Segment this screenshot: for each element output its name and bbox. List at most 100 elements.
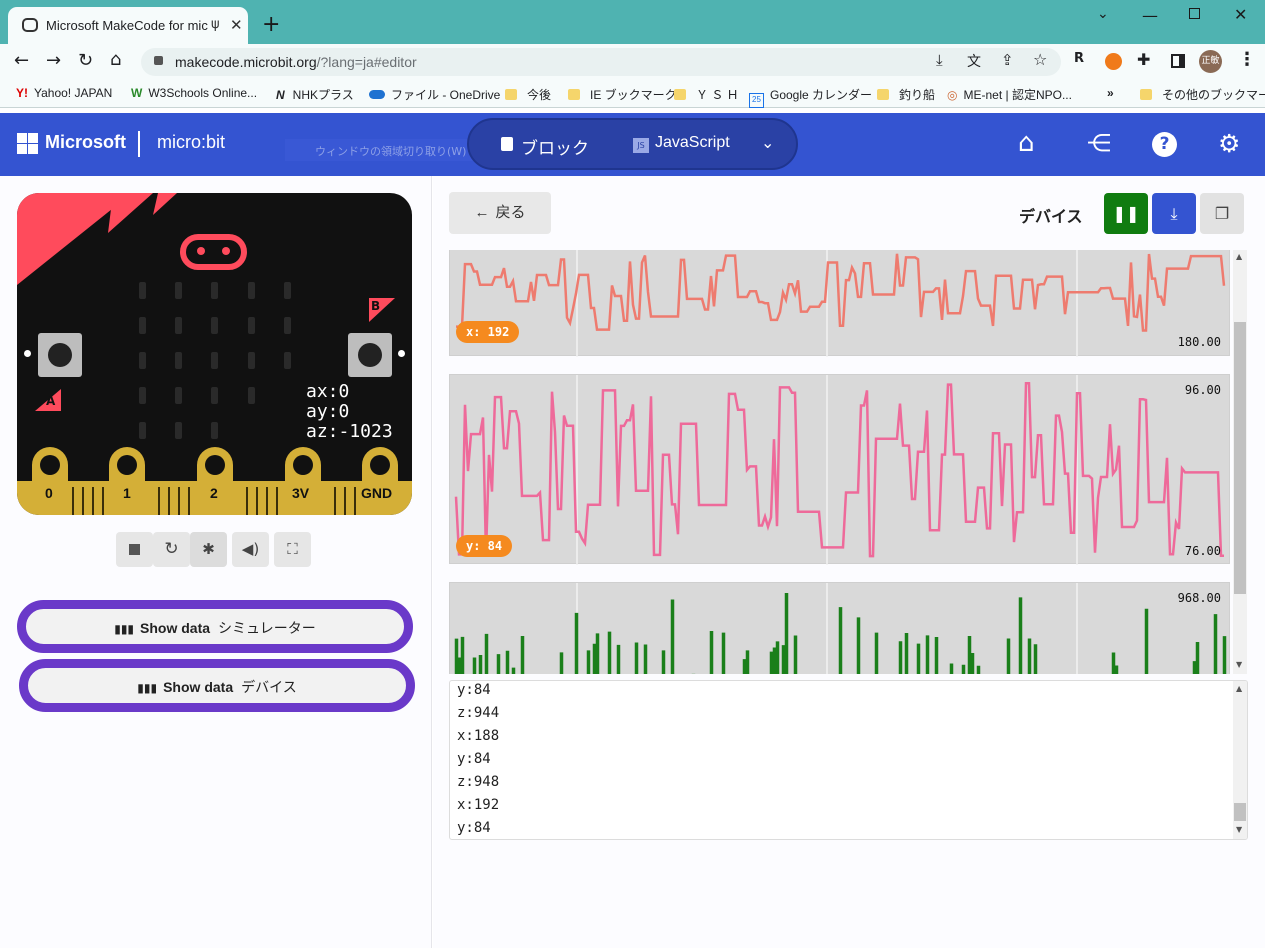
bookmark-folder-kongo[interactable]: 今後 [505, 86, 551, 103]
install-icon[interactable]: ⤓ [936, 51, 943, 69]
readout-line: az:-1023 [306, 421, 393, 442]
bookmark-me-net[interactable]: ◎ ME-net | 認定NPO... [947, 86, 1072, 103]
serial-console[interactable]: y:84 z:944 x:188 y:84 z:948 x:192 y:84 ▲… [449, 680, 1248, 840]
copy-button[interactable]: ❐ [1200, 193, 1244, 234]
button-a[interactable] [38, 333, 82, 377]
restart-button[interactable]: ↻ [153, 532, 190, 567]
button-a-cap [48, 343, 72, 367]
close-tab-icon[interactable]: ✕ [230, 16, 243, 34]
folder-icon [505, 89, 517, 100]
scroll-up-arrow-icon[interactable]: ▲ [1236, 252, 1242, 261]
led [284, 282, 291, 299]
accelerometer-readout: ax:0 ay:0 az:-1023 [306, 382, 393, 442]
home-icon[interactable]: ⌂ [1018, 128, 1035, 158]
bookmark-folder-tsuri[interactable]: 釣り船 [877, 86, 935, 103]
pin-label: GND [361, 485, 393, 501]
led [248, 352, 255, 369]
profile-avatar[interactable]: 正敏 [1199, 50, 1222, 73]
bookmark-w3schools[interactable]: W W3Schools Online... [131, 86, 257, 100]
extensions-puzzle-icon[interactable]: ✚ [1137, 50, 1150, 69]
back-button[interactable]: ← 戻る [449, 192, 551, 234]
bookmark-google-calendar[interactable]: 25 Google カレンダー [749, 86, 872, 108]
makecode-header: Microsoft micro:bit ウィンドウの領域切り取り(W) ブロック… [0, 113, 1265, 176]
me-net-icon: ◎ [947, 88, 958, 102]
share-page-icon[interactable]: ⇪ [1001, 51, 1014, 69]
tab-search-icon[interactable]: ⌄ [1097, 6, 1109, 22]
minimize-icon[interactable]: — [1142, 6, 1158, 25]
folder-icon [1140, 89, 1152, 100]
button-a-label: A [46, 394, 56, 408]
bookmark-nhk[interactable]: N NHKプラス [276, 86, 354, 103]
download-data-button[interactable]: ⤓ [1152, 193, 1196, 234]
show-data-label: ▮▮▮ Show data シミュレーター [114, 620, 316, 636]
bookmark-label: ME-net | 認定NPO... [963, 88, 1072, 102]
new-tab-icon[interactable]: + [262, 12, 280, 37]
bookmark-yahoo[interactable]: Y! Yahoo! JAPAN [16, 86, 112, 100]
pin-hole [205, 455, 225, 475]
forward-icon[interactable]: → [46, 50, 61, 71]
console-scrollbar[interactable]: ▲ ▼ [1233, 681, 1247, 839]
lock-icon [154, 56, 163, 65]
edge-dot [24, 350, 31, 357]
bookmark-label: W3Schools Online... [148, 86, 258, 100]
pause-icon: ❚❚ [1112, 204, 1140, 223]
blocks-icon [501, 137, 513, 151]
blocks-tab[interactable]: ブロック [521, 134, 589, 159]
bookmark-other-folder[interactable]: その他のブックマーク [1140, 86, 1265, 103]
fullscreen-button[interactable]: ⛶ [274, 532, 311, 567]
pin-label: 0 [45, 485, 53, 501]
chart-x-plot [456, 250, 1226, 357]
button-b[interactable] [348, 333, 392, 377]
speaker-icon: ◀) [241, 540, 260, 558]
bookmark-folder-ysh[interactable]: Ｙ Ｓ Ｈ [674, 86, 739, 103]
bookmark-label: IE ブックマーク [590, 88, 677, 102]
settings-gear-icon[interactable]: ⚙ [1218, 129, 1240, 158]
bookmark-onedrive[interactable]: ファイル - OneDrive [369, 86, 500, 103]
device-title: デバイス [1019, 209, 1083, 226]
console-line: y:84 [457, 820, 491, 836]
debug-button[interactable]: ✱ [190, 532, 227, 567]
reload-icon[interactable]: ↻ [78, 50, 93, 71]
logo-touch-icon[interactable] [180, 234, 247, 270]
device-data-panel: ← 戻る デバイス ❚❚ ⤓ ❐ x: 192 180.00 96.00 y: 8… [433, 176, 1265, 948]
menu-kebab-icon[interactable]: ⋮ [1238, 49, 1256, 70]
show-data-simulator-button[interactable]: ▮▮▮ Show data シミュレーター [17, 600, 413, 653]
series-x-pill: x: 192 [456, 321, 520, 343]
scrollbar-thumb[interactable] [1234, 803, 1246, 821]
stop-button[interactable] [116, 532, 153, 567]
javascript-tab[interactable]: JavaScript [655, 134, 730, 152]
scroll-down-arrow-icon[interactable]: ▼ [1236, 660, 1242, 669]
chart-z-plot [454, 583, 1227, 674]
microbit-brand[interactable]: micro:bit [157, 132, 225, 153]
tab-title: Microsoft MakeCode for mic [46, 18, 208, 33]
language-dropdown-chevron-icon[interactable]: ⌄ [761, 133, 774, 153]
pause-button[interactable]: ❚❚ [1104, 193, 1148, 234]
scrollbar-thumb[interactable] [1234, 322, 1246, 594]
maximize-icon[interactable] [1189, 8, 1200, 19]
bookmark-star-icon[interactable]: ☆ [1033, 50, 1047, 69]
omnibox[interactable]: makecode.microbit.org/?lang=ja#editor ⤓ … [141, 48, 1061, 76]
scroll-up-arrow-icon[interactable]: ▲ [1236, 684, 1242, 693]
browser-tab[interactable]: Microsoft MakeCode for mic ψ ✕ [8, 7, 248, 45]
show-data-device-button[interactable]: ▮▮▮ Show data デバイス [19, 659, 415, 712]
side-panel-icon[interactable] [1171, 54, 1185, 68]
home-icon[interactable]: ⌂ [110, 49, 121, 70]
bookmarks-overflow-chevron[interactable]: » [1107, 86, 1114, 100]
share-icon[interactable]: ⋲ [1087, 129, 1111, 157]
chart-x-min-label: 180.00 [1177, 335, 1221, 349]
help-icon[interactable]: ? [1152, 132, 1177, 157]
mute-button[interactable]: ◀) [232, 532, 269, 567]
translate-icon[interactable]: 文 [967, 51, 981, 71]
extension-rw-icon[interactable]: R [1074, 51, 1084, 66]
bookmark-folder-ie[interactable]: IE ブックマーク [568, 86, 677, 103]
bookmark-label: 今後 [527, 88, 552, 102]
extension-orange-icon[interactable] [1105, 53, 1122, 70]
url-path: /?lang=ja#editor [316, 54, 417, 70]
charts-scrollbar[interactable]: ▲ ▼ [1233, 250, 1247, 674]
url-text: makecode.microbit.org/?lang=ja#editor [175, 54, 417, 70]
close-window-icon[interactable]: ✕ [1234, 5, 1247, 24]
back-icon[interactable]: ← [14, 50, 29, 71]
scroll-down-arrow-icon[interactable]: ▼ [1236, 825, 1242, 834]
browser-tab-strip: Microsoft MakeCode for mic ψ ✕ + ⌄ — ✕ ←… [0, 0, 1265, 80]
pin-label: 1 [123, 485, 131, 501]
